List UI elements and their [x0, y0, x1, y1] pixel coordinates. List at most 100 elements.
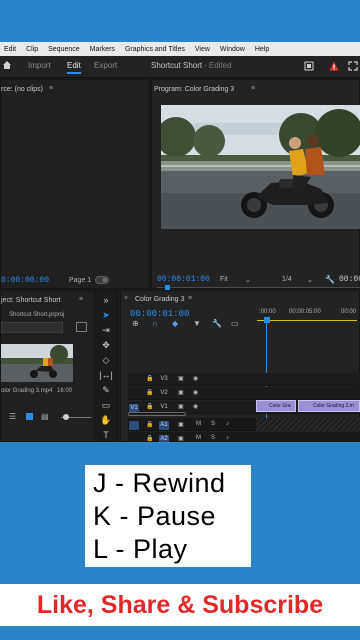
rectangle-tool-icon[interactable]: ▭ — [99, 399, 113, 411]
add-marker-icon[interactable]: ◆ — [172, 319, 178, 328]
timeline-menu-icon[interactable]: ≡ — [188, 295, 192, 302]
program-timecode: 00:00:01:00 — [157, 275, 210, 284]
close-tab-icon[interactable]: × — [124, 295, 128, 302]
captions-icon[interactable]: ▭ — [231, 319, 239, 328]
list-view-icon[interactable]: ☰ — [9, 412, 16, 421]
cta-text: Like, Share & Subscribe — [36, 590, 324, 619]
linked-selection-icon[interactable]: ∩ — [152, 319, 158, 328]
solo-a2-icon[interactable]: S — [211, 435, 215, 441]
track-label-a1[interactable]: A1 — [159, 421, 169, 430]
timeline-clip-2[interactable]: Color Grading 3.m — [298, 400, 360, 412]
sync-a1-icon[interactable]: ▣ — [178, 421, 184, 428]
menu-item-view[interactable]: View — [195, 46, 210, 53]
tool-menu-icon[interactable]: » — [99, 294, 113, 306]
tools-panel: » ➤ ⇥ ✥ ◇ |↔| ✎ ▭ ✋ T — [94, 290, 118, 442]
program-scrubber[interactable] — [157, 287, 360, 288]
workspace-bar: Import Edit Export Shortcut Short - Edit… — [0, 56, 360, 78]
tab-import[interactable]: Import — [28, 61, 51, 70]
mic-a2-icon[interactable]: ♪ — [226, 435, 229, 441]
new-bin-icon[interactable] — [76, 322, 87, 332]
lock-a1-icon[interactable]: 🔒 — [146, 421, 153, 428]
program-menu-icon[interactable]: ≡ — [251, 85, 255, 92]
ripple-edit-tool-icon[interactable]: ✥ — [99, 339, 113, 351]
lock-v2-icon[interactable]: 🔒 — [146, 389, 153, 396]
mic-a1-icon[interactable]: ♪ — [226, 421, 229, 427]
ruler-label-end: 00:00 — [341, 309, 357, 315]
eye-v1-icon[interactable]: ◉ — [193, 403, 198, 410]
project-panel-title: ject: Shortcut Short — [1, 297, 61, 304]
timeline-wrench-icon[interactable]: 🔧 — [212, 319, 222, 328]
project-menu-icon[interactable]: ≡ — [79, 296, 83, 303]
project-search-input[interactable] — [1, 322, 63, 333]
fullscreen-icon[interactable] — [304, 61, 314, 71]
source-timecode: 0:00:00:00 — [1, 276, 50, 285]
overlay-line-play: L - Play — [93, 534, 188, 564]
razor-tool-icon[interactable]: ◇ — [99, 354, 113, 366]
project-file-name: Shortcut Short.prproj — [9, 312, 65, 318]
eye-v3-icon[interactable]: ◉ — [193, 375, 198, 382]
source-patch-a1[interactable] — [129, 421, 139, 430]
menu-item-help[interactable]: Help — [255, 46, 269, 53]
selection-tool-icon[interactable]: ➤ — [99, 309, 113, 321]
solo-a1-icon[interactable]: S — [211, 421, 215, 427]
lock-a2-icon[interactable]: 🔒 — [146, 435, 153, 442]
timeline-playhead[interactable] — [264, 317, 270, 323]
wrench-icon[interactable]: 🔧 — [325, 275, 335, 284]
menu-item-edit[interactable]: Edit — [4, 46, 16, 53]
menu-item-markers[interactable]: Markers — [90, 46, 115, 53]
program-panel-title: Program: Color Grading 3 — [154, 86, 235, 93]
track-label-v1[interactable]: V1 — [159, 403, 169, 412]
page-label: Page 1 — [69, 277, 92, 284]
menu-item-sequence[interactable]: Sequence — [48, 46, 80, 53]
track-label-v3[interactable]: V3 — [159, 375, 169, 384]
marker-icon[interactable]: ▼ — [193, 319, 201, 328]
shortcut-overlay: J - Rewind K - Pause L - Play — [85, 465, 251, 567]
timeline-scrollbar[interactable] — [128, 412, 186, 416]
sync-v2-icon[interactable]: ▣ — [178, 389, 184, 396]
quality-chevron-icon[interactable]: ⌄ — [307, 276, 313, 284]
clip-thumbnail[interactable] — [1, 344, 73, 382]
pen-tool-icon[interactable]: ✎ — [99, 384, 113, 396]
fit-dropdown[interactable]: Fit — [220, 276, 228, 283]
snap-icon[interactable]: ⊕ — [132, 319, 139, 328]
panel-menu-icon[interactable]: ≡ — [49, 85, 53, 92]
track-select-tool-icon[interactable]: ⇥ — [99, 324, 113, 336]
lock-v3-icon[interactable]: 🔒 — [146, 375, 153, 382]
home-icon[interactable] — [2, 60, 12, 70]
menu-item-window[interactable]: Window — [220, 46, 245, 53]
quality-dropdown[interactable]: 1/4 — [282, 276, 292, 283]
vr-toggle-icon[interactable] — [95, 276, 109, 284]
timeline-clip-1[interactable]: Color Gra — [256, 400, 296, 412]
slip-tool-icon[interactable]: |↔| — [99, 369, 113, 381]
timeline-clip-2-label: Color Grading 3.m — [313, 403, 354, 409]
hand-tool-icon[interactable]: ✋ — [99, 414, 113, 426]
expand-icon[interactable] — [348, 61, 358, 71]
lock-v1-icon[interactable]: 🔒 — [146, 403, 153, 410]
eye-v2-icon[interactable]: ◉ — [193, 389, 198, 396]
program-monitor: Program: Color Grading 3 ≡ 00:00:01:00 F… — [151, 79, 360, 318]
sync-a2-icon[interactable]: ▣ — [178, 435, 184, 442]
menu-bar: Edit Clip Sequence Markers Graphics and … — [0, 42, 360, 56]
fit-chevron-icon[interactable]: ⌄ — [245, 276, 251, 284]
program-end-timecode: 00:00 — [339, 275, 360, 284]
mute-a1-icon[interactable]: M — [196, 421, 201, 427]
freeform-view-icon[interactable]: ▤ — [41, 412, 49, 421]
track-label-v2[interactable]: V2 — [159, 389, 169, 398]
track-label-a2[interactable]: A2 — [159, 435, 169, 442]
sync-v1-icon[interactable]: ▣ — [178, 403, 184, 410]
overlay-line-pause: K - Pause — [93, 501, 217, 531]
clip-duration: 16:00 — [57, 388, 73, 394]
icon-view-icon[interactable] — [26, 413, 33, 420]
menu-item-clip[interactable]: Clip — [26, 46, 38, 53]
alert-icon[interactable] — [329, 61, 339, 71]
tab-export[interactable]: Export — [94, 61, 117, 70]
type-tool-icon[interactable]: T — [99, 429, 113, 441]
ruler-label-start: :00:00 — [259, 309, 276, 315]
work-area-bar[interactable] — [257, 320, 357, 321]
sync-v3-icon[interactable]: ▣ — [178, 375, 184, 382]
audio-clip-a1[interactable] — [256, 418, 360, 431]
menu-item-graphics[interactable]: Graphics and Titles — [125, 46, 185, 53]
tab-edit[interactable]: Edit — [67, 61, 81, 74]
mute-a2-icon[interactable]: M — [196, 435, 201, 441]
zoom-slider-handle[interactable] — [63, 414, 69, 420]
